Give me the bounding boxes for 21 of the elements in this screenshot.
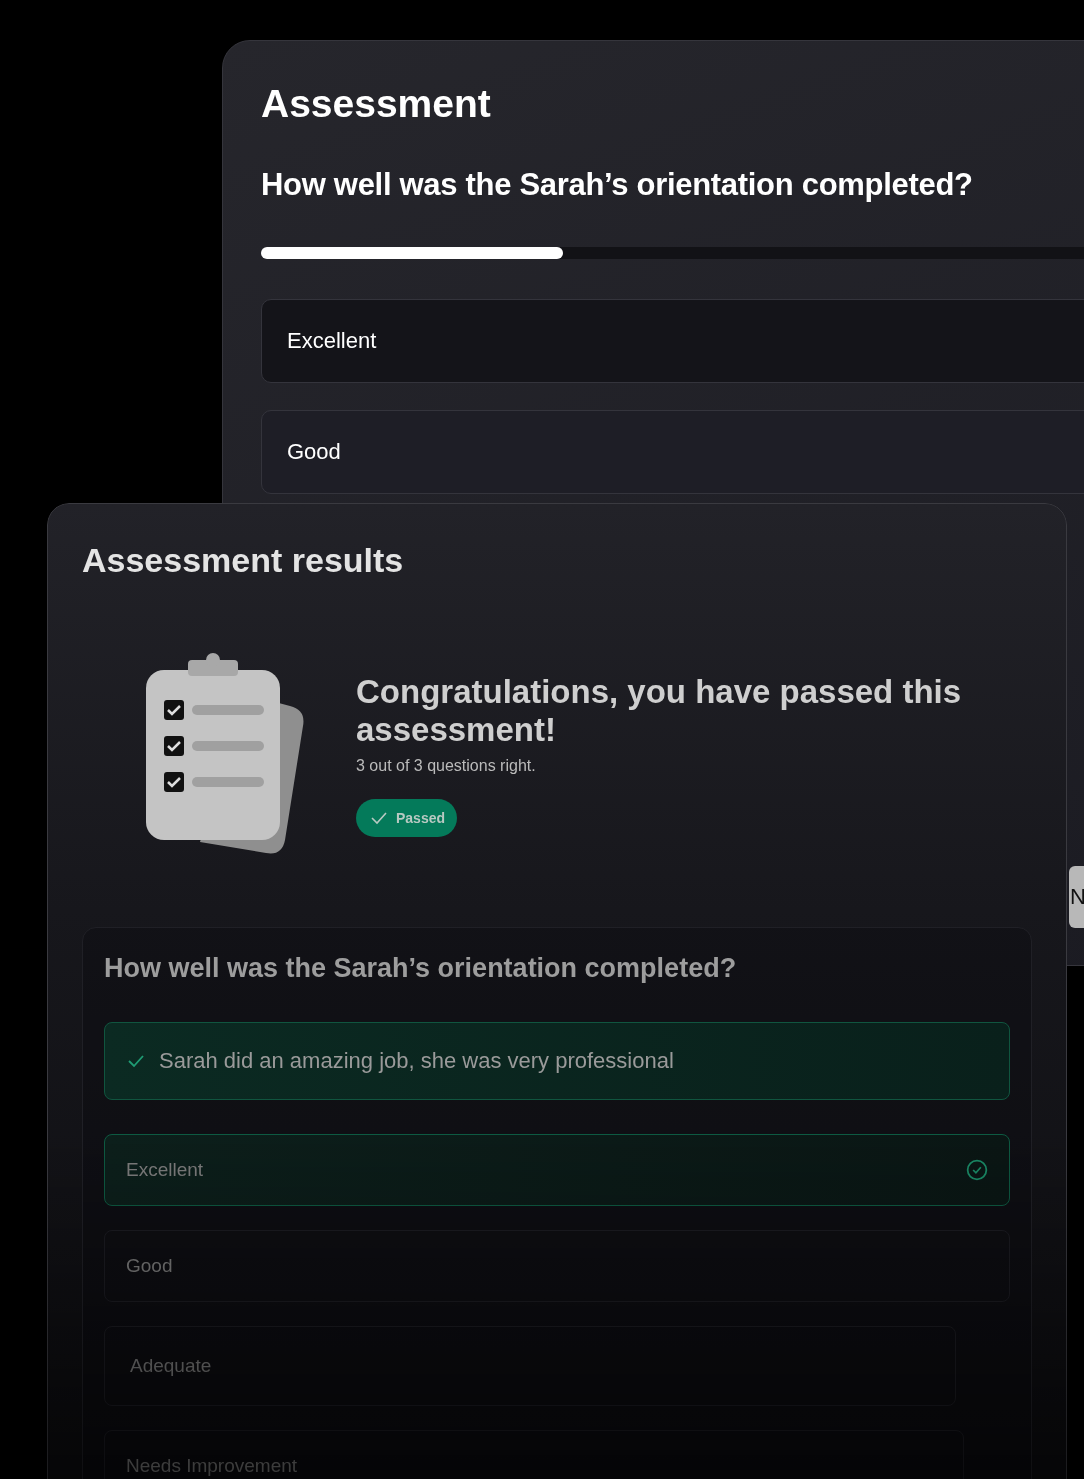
status-badge: Passed xyxy=(356,799,458,837)
check-icon xyxy=(370,810,388,826)
check-icon xyxy=(127,1053,145,1069)
answer-option[interactable]: Adequate xyxy=(104,1326,956,1406)
option-label: Excellent xyxy=(126,1159,204,1181)
answer-option[interactable]: Excellent xyxy=(261,299,1084,383)
check-circle-icon xyxy=(966,1159,988,1181)
card-title: Assessment xyxy=(261,81,492,127)
question-text: How well was the Sarah’s orientation completed? xyxy=(104,952,738,985)
next-button[interactable]: N xyxy=(1069,866,1084,928)
card-title: Assessment results xyxy=(82,540,405,581)
answer-option[interactable]: Good xyxy=(261,410,1084,494)
answer-option[interactable]: Good xyxy=(104,1230,1010,1302)
result-heading: Congratulations, you have passed this assessment! xyxy=(356,673,963,749)
option-label: Needs Improvement xyxy=(126,1455,298,1477)
option-label: Adequate xyxy=(130,1355,212,1377)
option-label: Good xyxy=(126,1255,173,1277)
answer-text: Sarah did an amazing job, she was very professional xyxy=(159,1048,674,1074)
score-text: 3 out of 3 questions right. xyxy=(356,757,536,775)
question-text: How well was the Sarah’s orientation completed? xyxy=(261,166,974,204)
answer-option[interactable]: Excellent xyxy=(104,1134,1010,1206)
